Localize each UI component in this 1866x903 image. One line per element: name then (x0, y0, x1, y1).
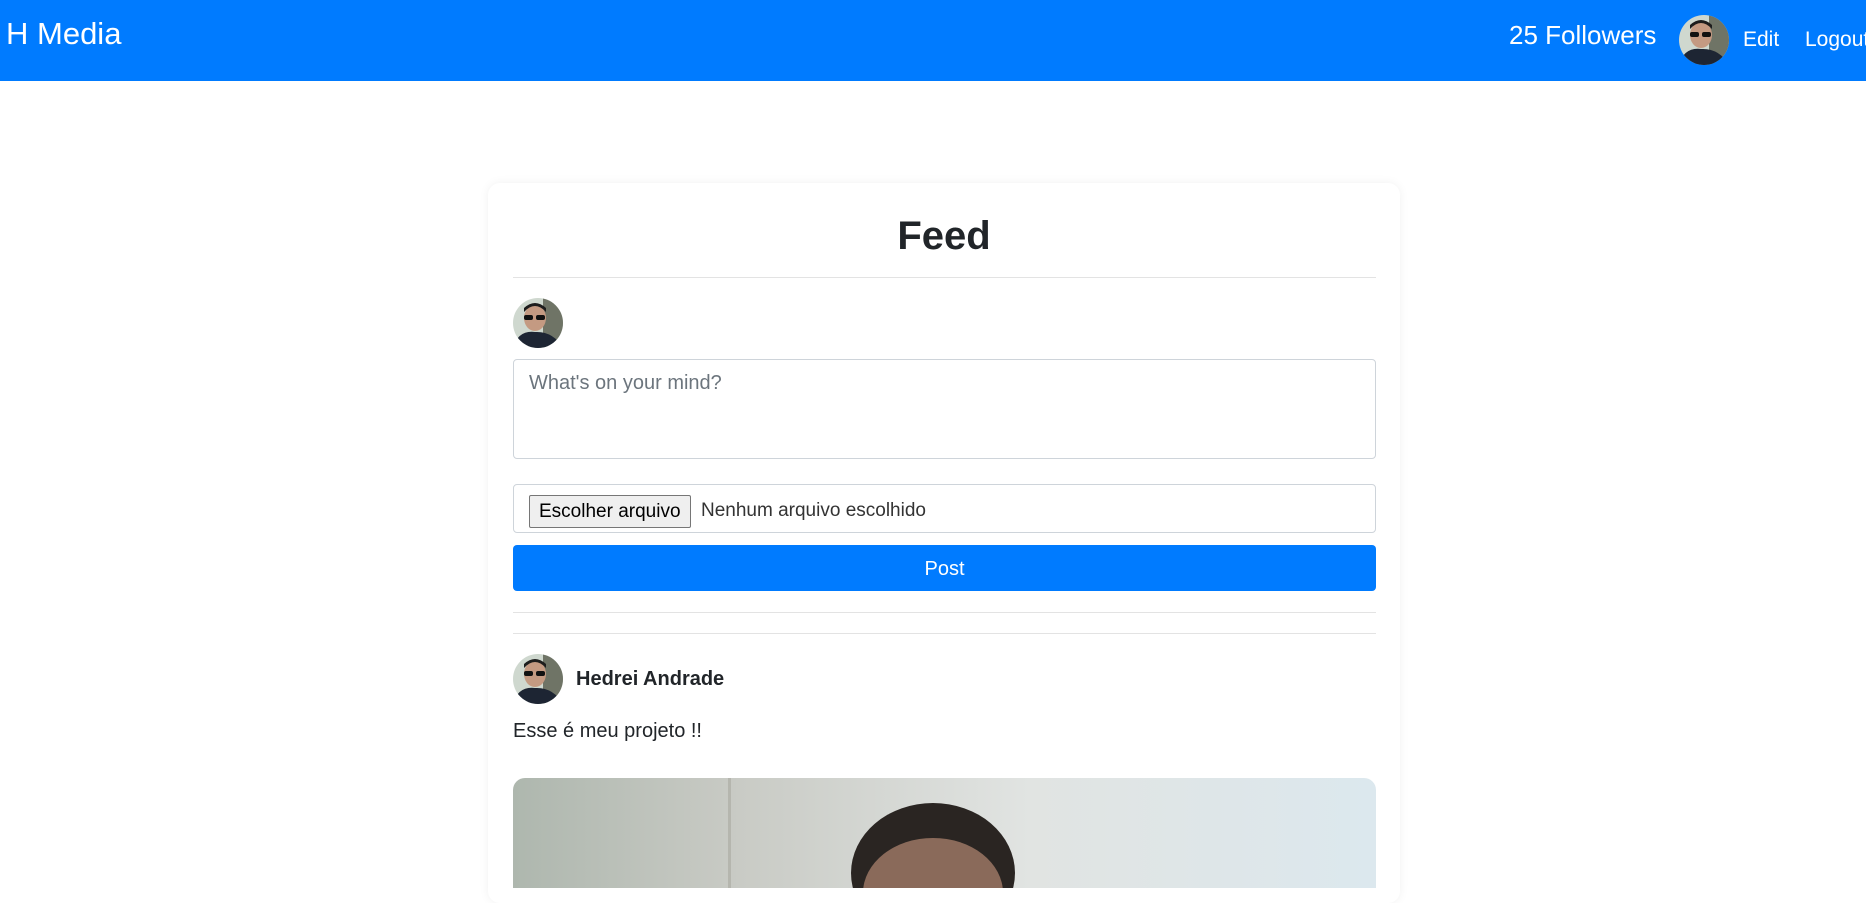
divider (513, 633, 1376, 634)
brand-logo[interactable]: H Media (6, 16, 121, 52)
nav-avatar[interactable] (1679, 15, 1729, 65)
followers-count[interactable]: 25 Followers (1509, 19, 1656, 51)
divider (513, 277, 1376, 278)
file-status: Nenhum arquivo escolhido (701, 500, 926, 521)
post-image (513, 778, 1376, 888)
edit-link[interactable]: Edit (1743, 27, 1779, 53)
divider (513, 612, 1376, 613)
file-input[interactable]: Escolher arquivo Nenhum arquivo escolhid… (513, 484, 1376, 533)
post-author-avatar[interactable] (513, 654, 563, 704)
post-text: Esse é meu projeto !! (513, 720, 702, 742)
post-author-name[interactable]: Hedrei Andrade (576, 667, 724, 691)
logout-link[interactable]: Logout (1805, 27, 1866, 53)
top-navbar: H Media 25 Followers Edit Logout (0, 0, 1866, 81)
choose-file-button[interactable]: Escolher arquivo (529, 495, 691, 528)
composer-avatar (513, 298, 563, 348)
feed-card: Feed Escolher arquivo Nenhum arquivo esc… (488, 183, 1400, 903)
post-textarea[interactable] (513, 359, 1376, 459)
page-title: Feed (897, 214, 991, 258)
post-button[interactable]: Post (513, 545, 1376, 591)
